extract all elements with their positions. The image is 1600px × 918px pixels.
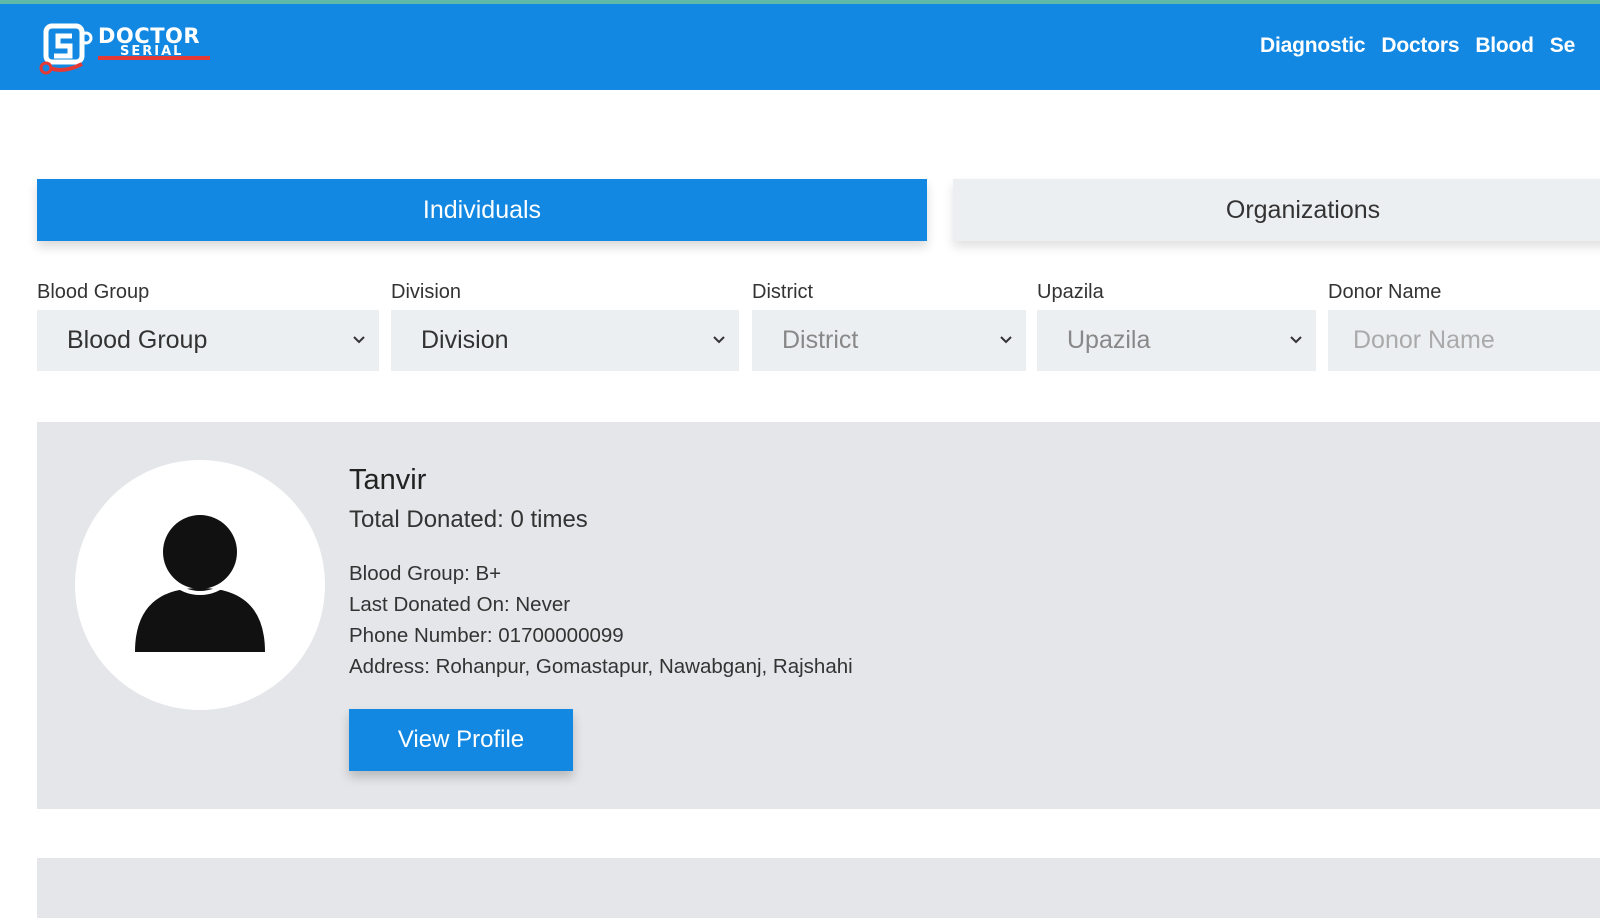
donor-last-donated: Last Donated On: Never: [349, 593, 571, 616]
blood-group-label: Blood Group: [37, 281, 150, 303]
top-navbar: DOCTOR SERIAL Diagnostic Doctors Blood S…: [0, 0, 1600, 90]
donor-card-next: [37, 858, 1600, 918]
donor-name-label: Donor Name: [1328, 281, 1442, 303]
upazila-select[interactable]: Upazila: [1037, 310, 1316, 371]
upazila-value: Upazila: [1067, 326, 1151, 354]
donor-name-input[interactable]: [1328, 310, 1600, 371]
chevron-down-icon: [1000, 336, 1012, 344]
donor-blood-group: Blood Group: B+: [349, 562, 502, 585]
donor-phone: Phone Number: 01700000099: [349, 624, 624, 647]
nav-services[interactable]: Se: [1550, 34, 1575, 58]
district-select[interactable]: District: [752, 310, 1026, 371]
division-value: Division: [421, 326, 509, 354]
view-profile-button[interactable]: View Profile: [349, 709, 573, 771]
upazila-label: Upazila: [1037, 281, 1104, 303]
logo-red-bar: [98, 56, 210, 60]
blood-group-value: Blood Group: [67, 326, 208, 354]
tab-organizations[interactable]: Organizations: [953, 179, 1600, 241]
logo-wordmark: DOCTOR SERIAL: [98, 26, 200, 59]
blood-group-select[interactable]: Blood Group: [37, 310, 379, 371]
nav-doctors[interactable]: Doctors: [1381, 34, 1459, 58]
division-label: Division: [391, 281, 462, 303]
district-label: District: [752, 281, 814, 303]
donor-address: Address: Rohanpur, Gomastapur, Nawabganj…: [349, 655, 853, 678]
user-silhouette-icon: [135, 509, 265, 652]
division-select[interactable]: Division: [391, 310, 739, 371]
doctor-serial-logo[interactable]: DOCTOR SERIAL: [38, 20, 218, 76]
chevron-down-icon: [713, 336, 725, 344]
donor-card: Tanvir Total Donated: 0 times Blood Grou…: [37, 422, 1600, 809]
nav-blood[interactable]: Blood: [1475, 34, 1534, 58]
logo-mark-icon: [39, 23, 93, 75]
chevron-down-icon: [353, 336, 365, 344]
nav-diagnostic[interactable]: Diagnostic: [1260, 34, 1366, 58]
total-donated: Total Donated: 0 times: [349, 506, 588, 533]
district-value: District: [782, 326, 859, 354]
chevron-down-icon: [1290, 336, 1302, 344]
main-nav: Diagnostic Doctors Blood Se: [1260, 34, 1591, 58]
tab-individuals[interactable]: Individuals: [37, 179, 927, 241]
avatar: [75, 460, 325, 710]
donor-name: Tanvir: [349, 464, 427, 496]
